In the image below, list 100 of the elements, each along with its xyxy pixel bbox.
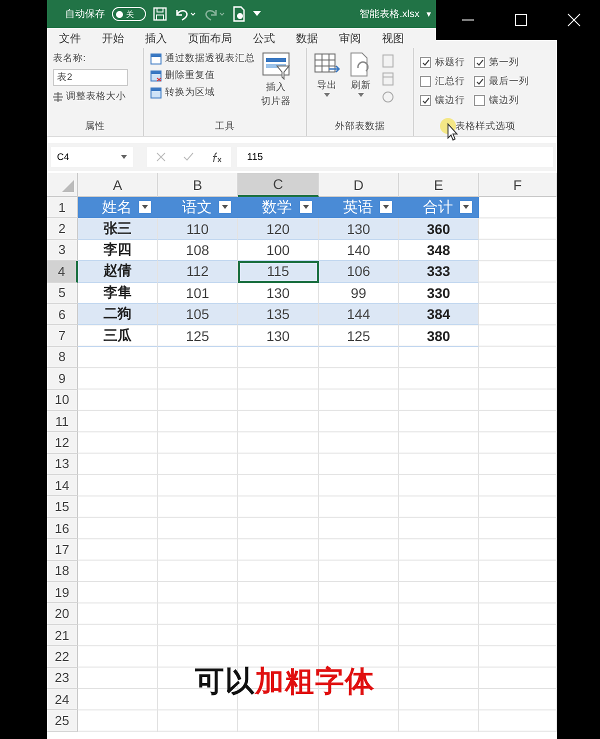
ribbon-command[interactable]: 转换为区域 — [150, 86, 255, 99]
row-header[interactable]: 1 — [47, 197, 78, 218]
row-header[interactable]: 13 — [47, 454, 78, 476]
ribbon-tab[interactable]: 开始 — [102, 30, 124, 46]
row-header[interactable]: 17 — [47, 539, 78, 561]
caret-icon — [121, 155, 127, 159]
row-header[interactable]: 23 — [47, 668, 78, 689]
ribbon-tab[interactable]: 页面布局 — [188, 30, 232, 46]
check-icon — [422, 96, 430, 104]
checkbox[interactable] — [420, 57, 431, 68]
table-header-cell: 合计 — [399, 197, 479, 218]
table-header-cell: 数学 — [238, 197, 319, 218]
group-title: 表格样式选项 — [456, 120, 516, 133]
table-cell: 赵倩 — [78, 261, 158, 283]
ribbon-tab[interactable]: 审阅 — [339, 30, 361, 46]
caret-icon — [303, 205, 309, 210]
export-button[interactable]: 导出 — [313, 52, 341, 120]
option-checkbox[interactable]: 第一列 — [474, 56, 534, 69]
table-cell: 105 — [158, 304, 238, 326]
checkbox[interactable] — [474, 95, 485, 106]
ribbon-tab[interactable]: 插入 — [145, 30, 167, 46]
row-header[interactable]: 10 — [47, 390, 78, 411]
table-cell: 三瓜 — [78, 325, 158, 347]
function-icon[interactable] — [210, 152, 222, 162]
insert-slicer-button[interactable]: 插入 切片器 — [261, 52, 291, 120]
row-header[interactable]: 14 — [47, 475, 78, 496]
ribbon-command[interactable]: 删除重复值 — [150, 69, 255, 82]
row-header[interactable]: 15 — [47, 496, 78, 518]
filter-button[interactable] — [139, 201, 151, 214]
row-header[interactable]: 6 — [47, 304, 78, 326]
row-header[interactable]: 11 — [47, 410, 78, 432]
table-cell: 120 — [238, 218, 319, 240]
caret-icon — [222, 205, 228, 210]
column-header[interactable]: B — [158, 173, 238, 197]
row-header[interactable]: 20 — [47, 603, 78, 625]
row-header[interactable]: 2 — [47, 218, 78, 240]
row-header[interactable]: 4 — [47, 261, 78, 283]
row-header[interactable]: 12 — [47, 432, 78, 454]
filter-button[interactable] — [219, 201, 231, 214]
filter-button[interactable] — [300, 201, 312, 214]
refresh-button[interactable]: 刷新 — [347, 52, 375, 120]
row-header[interactable]: 3 — [47, 240, 78, 262]
save-icon[interactable] — [153, 7, 167, 21]
table-icon — [150, 52, 162, 64]
table-cell: 125 — [319, 325, 399, 347]
formula-field[interactable]: 115 — [237, 147, 553, 167]
ribbon-tab[interactable]: 视图 — [382, 30, 404, 46]
ribbon-tab[interactable]: 公式 — [253, 30, 275, 46]
column-header[interactable]: E — [399, 173, 479, 197]
option-checkbox[interactable]: 最后一列 — [474, 75, 534, 88]
column-header[interactable]: A — [78, 173, 158, 197]
row-header[interactable]: 5 — [47, 282, 78, 304]
checkbox[interactable] — [420, 76, 431, 87]
table-name-label: 表名称: — [53, 52, 87, 65]
row-header[interactable]: 19 — [47, 582, 78, 604]
caret-icon — [142, 205, 148, 210]
row-header[interactable]: 9 — [47, 368, 78, 390]
autosave-toggle[interactable]: 关 — [112, 7, 146, 21]
row-header[interactable]: 8 — [47, 346, 78, 368]
maximize-icon[interactable] — [514, 13, 528, 27]
check-icon — [476, 58, 484, 66]
checkbox[interactable] — [474, 76, 485, 87]
option-checkbox[interactable]: 汇总行 — [420, 75, 474, 88]
row-header[interactable]: 22 — [47, 646, 78, 668]
row-header[interactable]: 24 — [47, 688, 78, 710]
row-header[interactable]: 16 — [47, 518, 78, 540]
file-menu-caret[interactable]: ▾ — [426, 8, 431, 20]
ribbon-command[interactable]: 通过数据透视表汇总 — [150, 52, 255, 65]
ribbon-tab[interactable]: 文件 — [59, 30, 81, 46]
option-checkbox[interactable]: 镶边列 — [474, 94, 534, 107]
table-cell: 360 — [399, 218, 479, 240]
dropdown-icon[interactable] — [253, 11, 261, 17]
checkbox[interactable] — [474, 57, 485, 68]
table-cell: 380 — [399, 325, 479, 347]
resize-table-button[interactable]: 调整表格大小 — [53, 90, 137, 103]
caret-icon — [324, 93, 330, 97]
close-icon[interactable] — [566, 13, 581, 27]
caret-icon — [463, 205, 469, 210]
filter-button[interactable] — [460, 201, 472, 214]
name-box[interactable]: C4 — [51, 147, 133, 167]
table-cell: 130 — [319, 218, 399, 240]
table-cell: 106 — [319, 261, 399, 283]
checkbox[interactable] — [420, 95, 431, 106]
row-header[interactable]: 21 — [47, 624, 78, 646]
table-cell: 110 — [158, 218, 238, 240]
option-checkbox[interactable]: 镶边行 — [420, 94, 474, 107]
column-header[interactable]: D — [319, 173, 399, 197]
row-header[interactable]: 25 — [47, 710, 78, 732]
row-header[interactable]: 18 — [47, 560, 78, 582]
ribbon-tab[interactable]: 数据 — [296, 30, 318, 46]
undo-icon[interactable] — [174, 7, 196, 21]
table-cell: 130 — [238, 325, 319, 347]
option-checkbox[interactable]: 标题行 — [420, 56, 474, 69]
row-header[interactable]: 7 — [47, 325, 78, 347]
document-icon[interactable] — [232, 6, 246, 22]
slicer-icon — [261, 52, 291, 80]
column-header[interactable]: F — [479, 173, 557, 197]
column-header[interactable]: C — [238, 173, 319, 197]
table-name-field[interactable]: 表2 — [53, 69, 128, 86]
filter-button[interactable] — [380, 201, 392, 214]
